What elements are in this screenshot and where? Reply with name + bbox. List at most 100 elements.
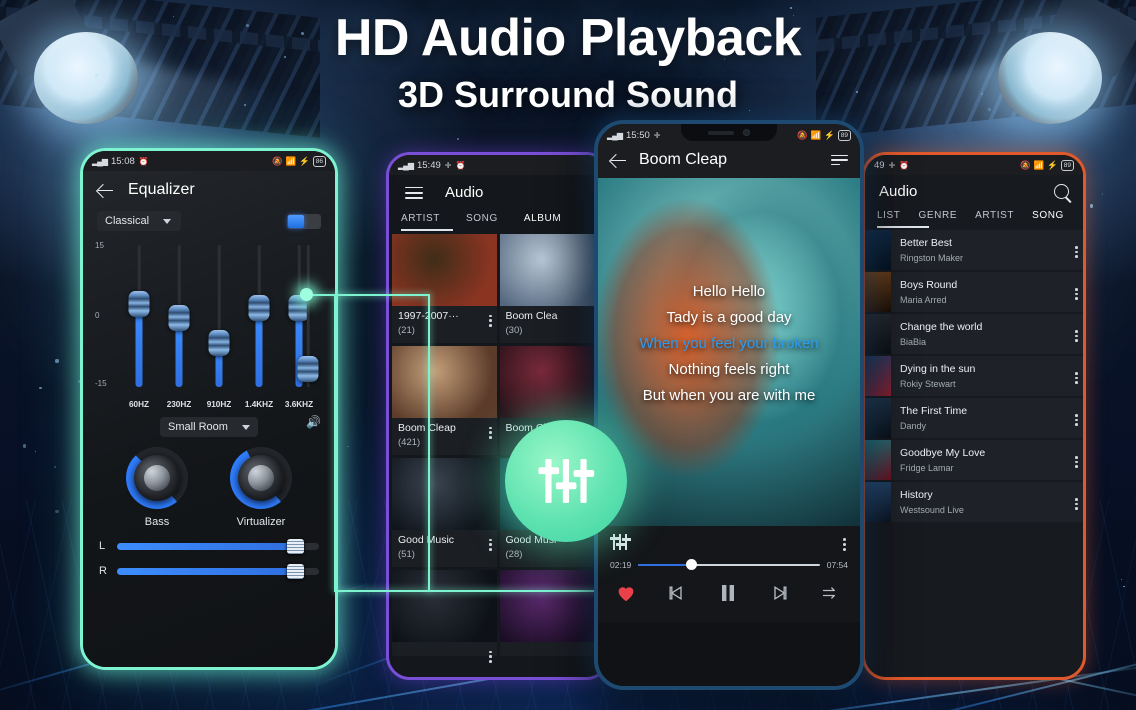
- hamburger-icon[interactable]: [405, 183, 423, 203]
- volume-slider[interactable]: [293, 245, 323, 387]
- knob-1[interactable]: Virtualizer: [230, 447, 292, 528]
- back-arrow-icon[interactable]: [97, 182, 114, 199]
- tab-artist[interactable]: ARTIST: [975, 210, 1014, 228]
- speaker-icon[interactable]: 🔊: [306, 415, 321, 429]
- song-artist: Dandy: [900, 421, 1074, 431]
- elapsed-time: 02:19: [610, 560, 631, 570]
- eq-band-0[interactable]: [119, 245, 159, 387]
- previous-button[interactable]: [666, 583, 686, 608]
- song-artist: Ringston Maker: [900, 253, 1074, 263]
- eq-band-3[interactable]: [239, 245, 279, 387]
- alarm-icon: ⏰: [139, 157, 149, 166]
- reverb-select[interactable]: Small Room: [160, 417, 258, 437]
- more-vertical-icon[interactable]: [489, 649, 492, 665]
- favorite-button[interactable]: [616, 584, 636, 607]
- mute-icon: 🔕: [1020, 160, 1031, 171]
- chevron-down-icon: [242, 425, 250, 430]
- album-artwork: [392, 234, 497, 306]
- tab-album[interactable]: ALBUM: [524, 213, 561, 231]
- status-bar: ▂▄▆ 15:08 ⏰ 🔕 📶 ⚡ 86: [83, 151, 335, 171]
- balance-sliders[interactable]: L R: [83, 528, 335, 577]
- more-vertical-icon[interactable]: [1075, 286, 1078, 302]
- seek-bar[interactable]: [638, 564, 819, 567]
- equalizer-toggle[interactable]: [287, 214, 321, 229]
- song-title: History: [900, 489, 1074, 501]
- eq-band-label-0: 60HZ: [119, 400, 159, 409]
- preset-value: Classical: [105, 215, 149, 227]
- album-card[interactable]: [392, 570, 497, 656]
- album-card[interactable]: Boom Cleap (421): [392, 346, 497, 455]
- album-tabs[interactable]: ARTIST SONG ALBUM: [389, 209, 607, 231]
- duration-time: 07:54: [827, 560, 848, 570]
- song-thumbnail: [865, 272, 891, 312]
- transport-controls[interactable]: [610, 570, 848, 612]
- signal-icon: ▂▄▆: [92, 157, 107, 166]
- equalizer-badge[interactable]: [505, 420, 627, 542]
- album-card[interactable]: Good Music (51): [392, 458, 497, 567]
- location-icon: ✛: [445, 161, 452, 170]
- album-card[interactable]: [500, 570, 605, 656]
- band-sliders[interactable]: [119, 245, 319, 387]
- search-icon[interactable]: [1054, 184, 1069, 199]
- lyric-line-4: But when you are with me: [598, 387, 860, 404]
- tab-song[interactable]: SONG: [466, 213, 498, 231]
- knob-label-0: Bass: [126, 516, 188, 528]
- mute-icon: 🔕: [272, 156, 283, 167]
- preset-select[interactable]: Classical: [97, 211, 181, 231]
- album-phone: ▂▄▆ 15:49 ✛ ⏰ Audio ARTIST SONG ALBUM 1997…: [386, 152, 610, 680]
- song-row[interactable]: Dying in the sun Rokiy Stewart: [865, 356, 1083, 396]
- song-title: Better Best: [900, 237, 1074, 249]
- album-artwork: [500, 570, 605, 642]
- album-card[interactable]: Boom Clea (30): [500, 234, 605, 343]
- more-vertical-icon[interactable]: [1075, 328, 1078, 344]
- more-vertical-icon[interactable]: [843, 536, 846, 553]
- seek-row[interactable]: 02:19 07:54: [610, 560, 848, 570]
- song-row[interactable]: The First Time Dandy: [865, 398, 1083, 438]
- album-artwork: [392, 458, 497, 530]
- album-card[interactable]: 1997-2007··· (21): [392, 234, 497, 343]
- song-title: Change the world: [900, 321, 1074, 333]
- headline-primary: HD Audio Playback: [0, 8, 1136, 68]
- axis-label-mid: 0: [95, 311, 99, 320]
- more-vertical-icon[interactable]: [489, 425, 492, 441]
- playlist-queue-icon[interactable]: [831, 152, 848, 169]
- shuffle-button[interactable]: [820, 583, 842, 608]
- effect-knobs[interactable]: Bass Virtualizer: [83, 447, 335, 528]
- player-header: Boom Cleap: [598, 144, 860, 178]
- back-arrow-icon[interactable]: [610, 152, 627, 169]
- more-vertical-icon[interactable]: [489, 537, 492, 553]
- more-vertical-icon[interactable]: [1075, 244, 1078, 260]
- equalizer-phone: ▂▄▆ 15:08 ⏰ 🔕 📶 ⚡ 86 Equalizer Classical…: [80, 148, 338, 670]
- more-vertical-icon[interactable]: [489, 313, 492, 329]
- album-count: (51): [398, 549, 491, 560]
- balance-row-0[interactable]: L: [99, 540, 319, 552]
- song-row[interactable]: Better Best Ringston Maker: [865, 230, 1083, 270]
- song-tabs[interactable]: LIST GENRE ARTIST SONG: [865, 206, 1083, 228]
- lyrics-overlay: Hello Hello Tady is a good day When you fe…: [598, 274, 860, 413]
- mute-icon: 🔕: [797, 130, 808, 141]
- song-row[interactable]: History Westsound Live: [865, 482, 1083, 522]
- song-artist: Maria Arred: [900, 295, 1074, 305]
- balance-row-1[interactable]: R: [99, 565, 319, 577]
- song-row[interactable]: Change the world BiaBia: [865, 314, 1083, 354]
- eq-band-1[interactable]: [159, 245, 199, 387]
- equalizer-icon[interactable]: [610, 532, 630, 552]
- play-pause-button[interactable]: [716, 581, 740, 610]
- song-row[interactable]: Boys Round Maria Arred: [865, 272, 1083, 312]
- status-time: 15:08: [111, 156, 135, 167]
- page-title: Audio: [879, 183, 917, 200]
- song-list[interactable]: Better Best Ringston Maker Boys Round Ma…: [865, 228, 1083, 522]
- more-vertical-icon[interactable]: [1075, 412, 1078, 428]
- tab-song[interactable]: SONG: [1032, 210, 1064, 228]
- album-name: Boom Cleap: [398, 422, 491, 434]
- battery-icon: 89: [838, 130, 851, 141]
- eq-band-label-3: 1.4KHZ: [239, 400, 279, 409]
- eq-band-2[interactable]: [199, 245, 239, 387]
- next-button[interactable]: [770, 583, 790, 608]
- song-row[interactable]: Goodbye My Love Fridge Lamar: [865, 440, 1083, 480]
- location-icon: ✛: [654, 131, 661, 140]
- more-vertical-icon[interactable]: [1075, 496, 1078, 512]
- more-vertical-icon[interactable]: [1075, 370, 1078, 386]
- more-vertical-icon[interactable]: [1075, 454, 1078, 470]
- knob-0[interactable]: Bass: [126, 447, 188, 528]
